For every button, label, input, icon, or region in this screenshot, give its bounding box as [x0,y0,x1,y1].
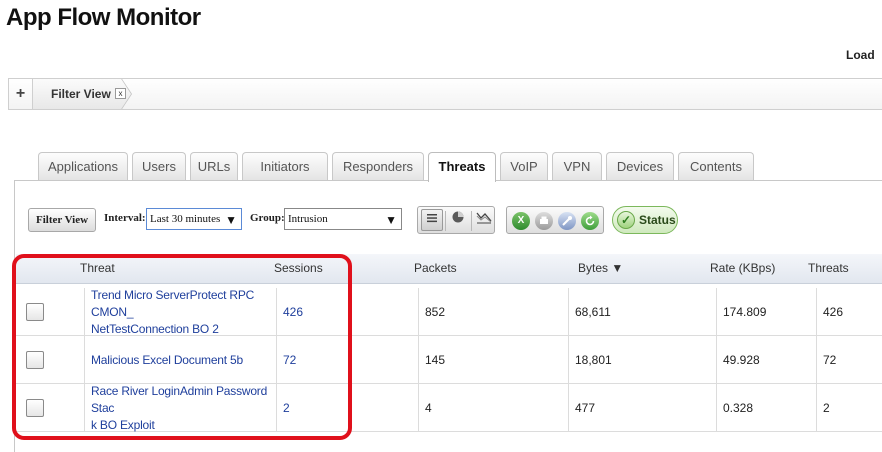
interval-select[interactable]: Last 30 minutes ▼ [146,208,242,230]
chevron-down-icon[interactable]: ▼ [225,210,237,230]
sessions-cell[interactable]: 72 [276,336,418,384]
status-label: Status [639,213,676,227]
filter-close-icon[interactable]: x [115,88,126,99]
tab-contents[interactable]: Contents [678,152,754,180]
tab-applications[interactable]: Applications [38,152,128,180]
row-checkbox-cell [16,288,84,336]
threat-cell[interactable]: Race River LoginAdmin Password Stac k BO… [84,384,276,432]
threat-cell[interactable]: Trend Micro ServerProtect RPC CMON_ NetT… [84,288,276,336]
threat-cell[interactable]: Malicious Excel Document 5b [84,336,276,384]
settings-icon[interactable] [558,212,576,230]
page-title: App Flow Monitor [6,4,201,31]
grid-header: Threat Sessions Packets Bytes ▼ Rate (KB… [16,254,882,284]
row-checkbox[interactable] [26,303,44,321]
col-header-threats[interactable]: Threats [808,254,849,282]
table-row[interactable]: Race River LoginAdmin Password Stac k BO… [16,384,882,432]
row-checkbox[interactable] [26,351,44,369]
rate-cell: 174.809 [716,288,816,336]
col-header-bytes[interactable]: Bytes ▼ [578,254,623,282]
col-header-rate[interactable]: Rate (KBps) [710,254,775,282]
tab-responders[interactable]: Responders [332,152,424,180]
filter-crumb-label[interactable]: Filter View [51,79,111,109]
action-group: X [506,206,604,234]
filter-view-button[interactable]: Filter View [28,208,96,232]
tab-urls[interactable]: URLs [190,152,238,180]
list-view-icon[interactable] [421,209,443,231]
tab-initiators[interactable]: Initiators [242,152,328,180]
interval-value: Last 30 minutes [150,213,221,225]
interval-label: Interval: [104,212,146,224]
packets-cell: 852 [418,288,568,336]
pie-chart-icon[interactable] [447,209,469,231]
threat-name-line[interactable]: Malicious Excel Document 5b [91,352,243,369]
packets-cell: 4 [418,384,568,432]
rate-cell: 0.328 [716,384,816,432]
threat-name-line[interactable]: NetTestConnection BO 2 [91,321,276,338]
refresh-icon[interactable] [581,212,599,230]
tab-devices[interactable]: Devices [606,152,674,180]
sessions-cell[interactable]: 426 [276,288,418,336]
check-icon: ✓ [617,211,635,229]
bytes-cell: 68,611 [568,288,716,336]
tab-voip[interactable]: VoIP [500,152,548,180]
threat-name-line[interactable]: k BO Exploit [91,417,276,434]
chevron-down-icon[interactable]: ▼ [385,210,397,230]
filter-bar: + Filter View x [8,78,882,110]
view-mode-group [417,206,495,234]
threat-name[interactable]: Trend Micro ServerProtect RPC CMON_ NetT… [91,287,276,338]
load-label[interactable]: Load [846,48,875,62]
col-header-sessions[interactable]: Sessions [274,254,323,282]
tab-threats[interactable]: Threats [428,152,496,182]
threats-cell: 72 [816,336,882,384]
view-separator [445,211,446,231]
bytes-cell: 477 [568,384,716,432]
excel-export-icon[interactable]: X [512,212,530,230]
table-row[interactable]: Malicious Excel Document 5b 72 145 18,80… [16,336,882,384]
group-label: Group: [250,212,285,224]
threats-cell: 426 [816,288,882,336]
threat-name[interactable]: Race River LoginAdmin Password Stac k BO… [91,383,276,434]
threat-name[interactable]: Malicious Excel Document 5b [91,352,243,369]
threats-cell: 2 [816,384,882,432]
tab-vpn[interactable]: VPN [552,152,602,180]
col-header-packets[interactable]: Packets [414,254,457,282]
row-checkbox-cell [16,384,84,432]
line-chart-icon[interactable] [473,209,495,231]
add-filter-button[interactable]: + [9,79,33,109]
print-icon[interactable] [535,212,553,230]
threat-name-line[interactable]: Race River LoginAdmin Password Stac [91,383,276,417]
packets-cell: 145 [418,336,568,384]
bytes-cell: 18,801 [568,336,716,384]
tab-users[interactable]: Users [132,152,186,180]
rate-cell: 49.928 [716,336,816,384]
table-row[interactable]: Trend Micro ServerProtect RPC CMON_ NetT… [16,288,882,336]
group-value: Intrusion [288,213,328,225]
row-checkbox-cell [16,336,84,384]
threat-name-line[interactable]: Trend Micro ServerProtect RPC CMON_ [91,287,276,321]
group-select[interactable]: Intrusion ▼ [284,208,402,230]
row-checkbox[interactable] [26,399,44,417]
col-header-threat[interactable]: Threat [80,254,115,282]
view-separator [471,211,472,231]
sessions-cell[interactable]: 2 [276,384,418,432]
status-button[interactable]: ✓ Status [612,206,678,234]
